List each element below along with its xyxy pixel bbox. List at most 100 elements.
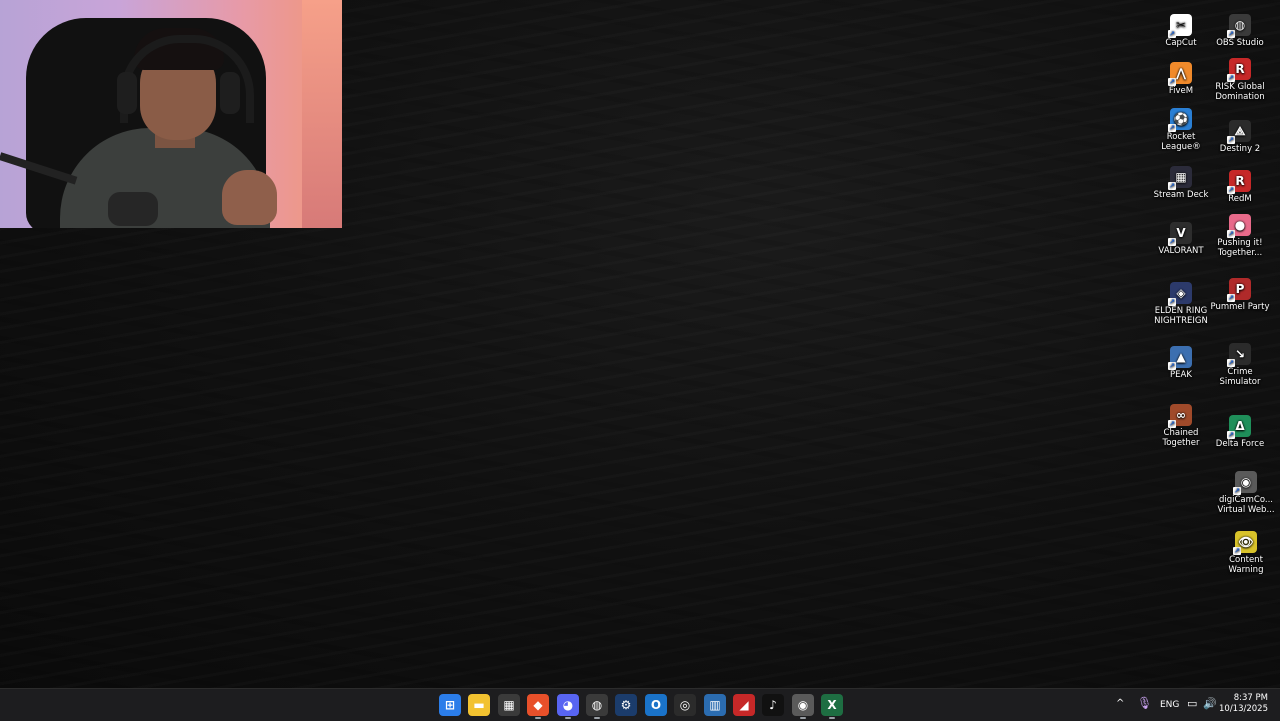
desktop-shortcut-label: Crime Simulator xyxy=(1219,367,1261,387)
shortcut-arrow-icon: ↗ xyxy=(1168,78,1176,86)
desktop-shortcut-content-warning[interactable]: 👁 ↗ Content Warning xyxy=(1215,531,1277,575)
desktop-shortcut-label: Content Warning xyxy=(1228,555,1264,575)
desktop-shortcut-label: Pushing it! Together... xyxy=(1217,238,1263,258)
steam-icon[interactable]: ⚙ xyxy=(615,694,637,716)
desktop-shortcut-valorant[interactable]: V ↗ VALORANT xyxy=(1150,222,1212,256)
digicam-icon: ◉ ↗ xyxy=(1233,471,1257,495)
desktop-shortcut-label: Delta Force xyxy=(1215,439,1265,449)
desktop-shortcut-label: Chained Together xyxy=(1162,428,1200,448)
desktop-shortcut-digicam[interactable]: ◉ ↗ digiCamCo... Virtual Web... xyxy=(1215,471,1277,515)
desktop-shortcut-chained-together[interactable]: ∞ ↗ Chained Together xyxy=(1150,404,1212,448)
pummel-party-icon: P ↗ xyxy=(1227,278,1251,302)
desktop-shortcut-risk[interactable]: R ↗ RISK Global Domination xyxy=(1209,58,1271,102)
shortcut-arrow-icon: ↗ xyxy=(1227,186,1235,194)
tiktok-icon[interactable]: ♪ xyxy=(762,694,784,716)
shortcut-arrow-icon: ↗ xyxy=(1227,431,1235,439)
amd-software-icon[interactable]: ◢ xyxy=(733,694,755,716)
microsoft-store-icon[interactable]: ▦ xyxy=(498,694,520,716)
peak-icon: ▲ ↗ xyxy=(1168,346,1192,370)
rocket-league-icon: ⚽ ↗ xyxy=(1168,108,1192,132)
volume-icon[interactable]: 🔊 xyxy=(1203,697,1217,710)
shortcut-arrow-icon: ↗ xyxy=(1233,487,1241,495)
desktop-shortcut-destiny-2[interactable]: ⟁ ↗ Destiny 2 xyxy=(1209,120,1271,154)
webcam-app-icon[interactable]: ◉ xyxy=(792,694,814,716)
desktop-shortcut-pummel-party[interactable]: P ↗ Pummel Party xyxy=(1209,278,1271,312)
desktop-shortcut-label: RedM xyxy=(1228,194,1252,204)
running-indicator xyxy=(800,717,806,719)
desktop-shortcut-obs-studio[interactable]: ◍ ↗ OBS Studio xyxy=(1209,14,1271,48)
desktop-shortcut-rocket-league[interactable]: ⚽ ↗ Rocket League® xyxy=(1150,108,1212,152)
desktop-shortcut-label: digiCamCo... Virtual Web... xyxy=(1217,495,1275,515)
desktop-shortcut-label: VALORANT xyxy=(1158,246,1204,256)
crime-simulator-icon: ↘ ↗ xyxy=(1227,343,1251,367)
start-button[interactable]: ⊞ xyxy=(439,694,461,716)
language-indicator[interactable]: ENG xyxy=(1160,700,1179,710)
desktop-shortcut-label: Destiny 2 xyxy=(1219,144,1261,154)
shortcut-arrow-icon: ↗ xyxy=(1227,294,1235,302)
desktop-shortcut-label: OBS Studio xyxy=(1216,38,1264,48)
running-indicator xyxy=(535,717,541,719)
desktop-shortcut-elden-ring[interactable]: ◈ ↗ ELDEN RING NIGHTREIGN xyxy=(1150,282,1212,326)
desktop-shortcut-label: ELDEN RING NIGHTREIGN xyxy=(1154,306,1208,326)
delta-force-icon: Δ ↗ xyxy=(1227,415,1251,439)
elden-ring-icon: ◈ ↗ xyxy=(1168,282,1192,306)
shortcut-arrow-icon: ↗ xyxy=(1227,30,1235,38)
calendar-app-icon[interactable]: ▥ xyxy=(704,694,726,716)
desktop-shortcut-label: CapCut xyxy=(1165,38,1197,48)
desktop-shortcut-peak[interactable]: ▲ ↗ PEAK xyxy=(1150,346,1212,380)
obs-studio-icon: ◍ ↗ xyxy=(1227,14,1251,38)
destiny-2-icon: ⟁ ↗ xyxy=(1227,120,1251,144)
shortcut-arrow-icon: ↗ xyxy=(1227,74,1235,82)
desktop-shortcut-redm[interactable]: R ↗ RedM xyxy=(1209,170,1271,204)
shortcut-arrow-icon: ↗ xyxy=(1227,136,1235,144)
headphones-right-cup xyxy=(220,72,240,114)
desktop-shortcut-fivem[interactable]: ⋀ ↗ FiveM xyxy=(1150,62,1212,96)
show-hidden-icons-chevron-icon[interactable]: ^ xyxy=(1116,698,1124,709)
fivem-icon: ⋀ ↗ xyxy=(1168,62,1192,86)
brave-browser-icon[interactable]: ◆ xyxy=(527,694,549,716)
desktop-shortcut-label: Stream Deck xyxy=(1153,190,1209,200)
shortcut-arrow-icon: ↗ xyxy=(1168,182,1176,190)
shortcut-arrow-icon: ↗ xyxy=(1227,359,1235,367)
desktop-shortcut-crime-simulator[interactable]: ↘ ↗ Crime Simulator xyxy=(1209,343,1271,387)
risk-icon: R ↗ xyxy=(1227,58,1251,82)
content-warning-icon: 👁 ↗ xyxy=(1233,531,1257,555)
microphone-icon[interactable]: 🎙 xyxy=(1137,696,1152,710)
desktop-shortcut-label: FiveM xyxy=(1168,86,1194,96)
shortcut-arrow-icon: ↗ xyxy=(1168,238,1176,246)
desktop-shortcut-label: RISK Global Domination xyxy=(1215,82,1265,102)
outlook-icon[interactable]: O xyxy=(645,694,667,716)
shortcut-arrow-icon: ↗ xyxy=(1168,420,1176,428)
person-hand xyxy=(222,170,277,225)
shortcut-arrow-icon: ↗ xyxy=(1168,362,1176,370)
desktop-shortcut-label: PEAK xyxy=(1170,370,1192,380)
obs-taskbar-icon[interactable]: ◍ xyxy=(586,694,608,716)
shortcut-arrow-icon: ↗ xyxy=(1168,30,1176,38)
running-indicator xyxy=(565,717,571,719)
desktop-shortcut-label: Rocket League® xyxy=(1161,132,1201,152)
network-icon[interactable]: ▭ xyxy=(1187,697,1197,710)
file-explorer-icon[interactable]: ▬ xyxy=(468,694,490,716)
running-indicator xyxy=(829,717,835,719)
shortcut-arrow-icon: ↗ xyxy=(1168,298,1176,306)
shortcut-arrow-icon: ↗ xyxy=(1227,230,1235,238)
microphone xyxy=(108,192,158,226)
discord-icon[interactable]: ◕ xyxy=(557,694,579,716)
desktop-shortcut-label: Pummel Party xyxy=(1210,302,1270,312)
valorant-icon: V ↗ xyxy=(1168,222,1192,246)
pushing-it-icon: ● ↗ xyxy=(1227,214,1251,238)
desktop-shortcut-delta-force[interactable]: Δ ↗ Delta Force xyxy=(1209,415,1271,449)
desktop-shortcut-stream-deck[interactable]: ▦ ↗ Stream Deck xyxy=(1150,166,1212,200)
redm-icon: R ↗ xyxy=(1227,170,1251,194)
headphones-left-cup xyxy=(117,72,137,114)
shortcut-arrow-icon: ↗ xyxy=(1233,547,1241,555)
desktop-shortcut-pushing-it[interactable]: ● ↗ Pushing it! Together... xyxy=(1209,214,1271,258)
shortcut-arrow-icon: ↗ xyxy=(1168,124,1176,132)
clock-time: 8:37 PM xyxy=(1233,693,1268,703)
webcam-wall xyxy=(302,0,342,228)
excel-icon[interactable]: X xyxy=(821,694,843,716)
capture-tool-icon[interactable]: ◎ xyxy=(674,694,696,716)
running-indicator xyxy=(594,717,600,719)
system-clock[interactable]: 8:37 PM 10/13/2025 xyxy=(1219,693,1268,715)
desktop-shortcut-capcut[interactable]: ✂ ↗ CapCut xyxy=(1150,14,1212,48)
